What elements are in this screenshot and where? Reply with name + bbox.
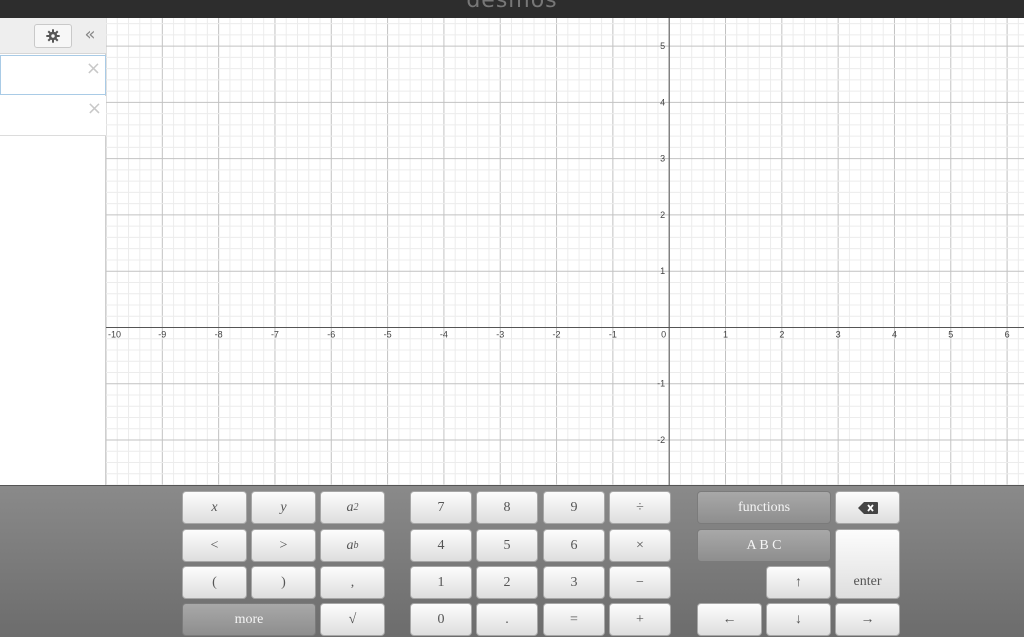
key-power[interactable]: ab (320, 529, 385, 562)
arrow-down-button[interactable]: ↓ (766, 603, 831, 636)
y-tick-label: -2 (657, 435, 665, 445)
collapse-sidebar-button[interactable]: « (80, 24, 100, 48)
x-tick-label: -2 (553, 329, 561, 339)
top-bar: desmos (0, 0, 1024, 18)
y-tick-label: 1 (660, 266, 665, 276)
key-comma[interactable]: , (320, 566, 385, 599)
x-tick-label: 2 (779, 329, 784, 339)
x-tick-label: -7 (271, 329, 279, 339)
x-tick-label: -8 (215, 329, 223, 339)
key-squared[interactable]: a2 (320, 491, 385, 524)
key-2[interactable]: 2 (476, 566, 538, 599)
x-tick-label: 3 (836, 329, 841, 339)
key-divide[interactable]: ÷ (609, 491, 671, 524)
key-3[interactable]: 3 (543, 566, 605, 599)
key-4[interactable]: 4 (410, 529, 472, 562)
enter-button[interactable]: enter (835, 529, 900, 599)
x-tick-label: -5 (384, 329, 392, 339)
x-tick-label: -9 (158, 329, 166, 339)
delete-expression-icon[interactable]: × (87, 98, 102, 119)
y-tick-label: -1 (657, 379, 665, 389)
sidebar-toolbar: « (0, 18, 106, 54)
key-minus[interactable]: − (609, 566, 671, 599)
x-tick-label: 5 (948, 329, 953, 339)
expression-row[interactable]: × (0, 96, 106, 136)
x-tick-label: -4 (440, 329, 448, 339)
key-x[interactable]: x (182, 491, 247, 524)
key-open-paren[interactable]: ( (182, 566, 247, 599)
key-sqrt[interactable]: √ (320, 603, 385, 636)
x-tick-label: 0 (661, 329, 666, 339)
backspace-icon (857, 501, 878, 514)
x-tick-label: 6 (1005, 329, 1010, 339)
key-plus[interactable]: + (609, 603, 671, 636)
key-decimal[interactable]: . (476, 603, 538, 636)
graph-canvas[interactable]: -10 -9 -8 -7 -6 -5 -4 -3 -2 -1 0 1 2 3 4 5 6-2-112345 (106, 18, 1024, 485)
delete-expression-icon[interactable]: × (86, 58, 101, 79)
x-tick-label: -1 (609, 329, 617, 339)
abc-button[interactable]: A B C (697, 529, 831, 562)
keypad: x y a2 < > ab ( ) , more √ 7 8 9 ÷ 4 5 6… (0, 485, 1024, 637)
key-greater-than[interactable]: > (251, 529, 316, 562)
arrow-right-button[interactable]: → (835, 603, 900, 636)
key-6[interactable]: 6 (543, 529, 605, 562)
arrow-left-button[interactable]: ← (697, 603, 762, 636)
y-tick-label: 5 (660, 41, 665, 51)
x-tick-label: -10 (108, 329, 121, 339)
arrow-up-button[interactable]: ↑ (766, 566, 831, 599)
key-y[interactable]: y (251, 491, 316, 524)
x-tick-label: -6 (327, 329, 335, 339)
y-tick-label: 4 (660, 97, 665, 107)
key-equals[interactable]: = (543, 603, 605, 636)
functions-button[interactable]: functions (697, 491, 831, 524)
x-tick-label: -3 (496, 329, 504, 339)
key-8[interactable]: 8 (476, 491, 538, 524)
key-5[interactable]: 5 (476, 529, 538, 562)
x-tick-label: 4 (892, 329, 897, 339)
x-tick-label: 1 (723, 329, 728, 339)
more-button[interactable]: more (182, 603, 316, 636)
gear-icon (46, 29, 60, 43)
settings-button[interactable] (34, 24, 72, 48)
key-close-paren[interactable]: ) (251, 566, 316, 599)
y-tick-label: 3 (660, 154, 665, 164)
y-tick-label: 2 (660, 210, 665, 220)
expression-row[interactable]: × (0, 55, 106, 95)
key-7[interactable]: 7 (410, 491, 472, 524)
key-multiply[interactable]: × (609, 529, 671, 562)
key-1[interactable]: 1 (410, 566, 472, 599)
backspace-button[interactable] (835, 491, 900, 524)
key-9[interactable]: 9 (543, 491, 605, 524)
expression-sidebar: « × × (0, 18, 106, 485)
key-less-than[interactable]: < (182, 529, 247, 562)
key-0[interactable]: 0 (410, 603, 472, 636)
brand-logo: desmos (466, 0, 558, 13)
